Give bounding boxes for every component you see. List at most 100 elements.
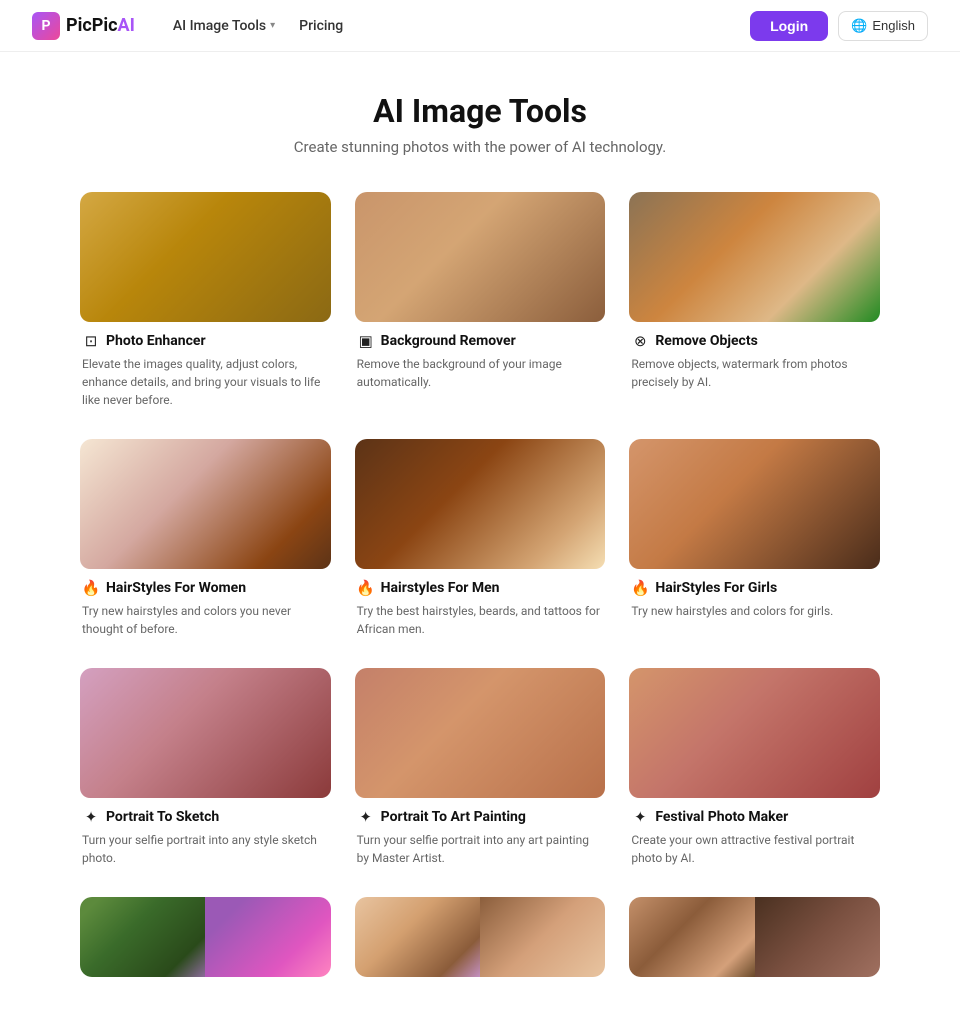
hairstyles-girls-icon: 🔥 <box>631 579 649 597</box>
tool-card-image <box>80 192 331 322</box>
image-before <box>80 668 331 798</box>
tool-card-portrait-sketch[interactable]: ✦ Portrait To Sketch Turn your selfie po… <box>80 668 331 873</box>
image-left <box>629 897 754 977</box>
tool-card-bottom-3[interactable] <box>629 897 880 977</box>
tool-title-row: 🔥 HairStyles For Women <box>82 579 329 597</box>
tool-card-background-remover[interactable]: ▣ Background Remover Remove the backgrou… <box>355 192 606 415</box>
tool-card-hairstyles-men[interactable]: 🔥 Hairstyles For Men Try the best hairst… <box>355 439 606 644</box>
image-left <box>355 897 480 977</box>
globe-icon: 🌐 <box>851 18 867 34</box>
tool-card-bottom-2[interactable] <box>355 897 606 977</box>
language-button[interactable]: 🌐 English <box>838 11 928 41</box>
tool-title-row: ▣ Background Remover <box>357 332 604 350</box>
image-before <box>629 668 880 798</box>
tool-title: Photo Enhancer <box>106 333 206 349</box>
image-before <box>355 192 606 322</box>
chevron-down-icon: ▾ <box>270 20 275 31</box>
festival-icon: ✦ <box>631 808 649 826</box>
tool-card-image <box>355 668 606 798</box>
tool-desc: Turn your selfie portrait into any style… <box>82 831 329 867</box>
image-right <box>205 897 330 977</box>
tool-card-festival[interactable]: ✦ Festival Photo Maker Create your own a… <box>629 668 880 873</box>
tool-card-info: ▣ Background Remover Remove the backgrou… <box>355 322 606 397</box>
bottom-row-grid <box>80 897 880 977</box>
tool-title: Portrait To Sketch <box>106 809 219 825</box>
tool-card-bottom-1[interactable] <box>80 897 331 977</box>
hairstyles-women-icon: 🔥 <box>82 579 100 597</box>
portrait-sketch-icon: ✦ <box>82 808 100 826</box>
image-left <box>80 897 205 977</box>
logo[interactable]: P PicPicAI <box>32 12 135 40</box>
tool-card-hairstyles-women[interactable]: 🔥 HairStyles For Women Try new hairstyle… <box>80 439 331 644</box>
tool-title-row: ✦ Portrait To Sketch <box>82 808 329 826</box>
tool-card-info: 🔥 HairStyles For Girls Try new hairstyle… <box>629 569 880 626</box>
tool-title-row: ✦ Portrait To Art Painting <box>357 808 604 826</box>
image-before <box>355 668 606 798</box>
tool-card-image <box>355 192 606 322</box>
tool-card-info: 🔥 Hairstyles For Men Try the best hairst… <box>355 569 606 644</box>
login-button[interactable]: Login <box>750 11 828 41</box>
tool-card-remove-objects[interactable]: ⊗ Remove Objects Remove objects, waterma… <box>629 192 880 415</box>
tool-title: Festival Photo Maker <box>655 809 788 825</box>
main-content: AI Image Tools Create stunning photos wi… <box>0 52 960 1017</box>
tool-title-row: ✦ Festival Photo Maker <box>631 808 878 826</box>
photo-enhancer-icon: ⊡ <box>82 332 100 350</box>
tool-card-image <box>80 668 331 798</box>
nav-item-ai-image-tools[interactable]: AI Image Tools ▾ <box>163 12 285 40</box>
header: P PicPicAI AI Image Tools ▾ Pricing Logi… <box>0 0 960 52</box>
tool-desc: Try the best hairstyles, beards, and tat… <box>357 602 604 638</box>
tool-card-info: ✦ Portrait To Art Painting Turn your sel… <box>355 798 606 873</box>
page-subtitle: Create stunning photos with the power of… <box>80 138 880 156</box>
tool-card-info: 🔥 HairStyles For Women Try new hairstyle… <box>80 569 331 644</box>
tool-card-image-bottom <box>629 897 880 977</box>
tool-card-image-bottom <box>80 897 331 977</box>
tool-card-hairstyles-girls[interactable]: 🔥 HairStyles For Girls Try new hairstyle… <box>629 439 880 644</box>
tool-card-image <box>629 192 880 322</box>
header-actions: Login 🌐 English <box>750 11 928 41</box>
image-before <box>629 192 880 322</box>
tool-title-row: 🔥 Hairstyles For Men <box>357 579 604 597</box>
tool-card-photo-enhancer[interactable]: ⊡ Photo Enhancer Elevate the images qual… <box>80 192 331 415</box>
page-title: AI Image Tools <box>80 92 880 130</box>
image-right <box>755 897 880 977</box>
tool-title-row: 🔥 HairStyles For Girls <box>631 579 878 597</box>
image-before <box>355 439 606 569</box>
tool-desc: Try new hairstyles and colors for girls. <box>631 602 878 620</box>
image-before <box>80 439 331 569</box>
tool-card-image <box>629 439 880 569</box>
tool-title: HairStyles For Women <box>106 580 246 596</box>
tool-desc: Remove the background of your image auto… <box>357 355 604 391</box>
tool-title: Portrait To Art Painting <box>381 809 526 825</box>
tool-title: HairStyles For Girls <box>655 580 777 596</box>
tool-card-info: ✦ Festival Photo Maker Create your own a… <box>629 798 880 873</box>
image-right <box>480 897 605 977</box>
background-remover-icon: ▣ <box>357 332 375 350</box>
nav-item-pricing[interactable]: Pricing <box>289 12 353 40</box>
tool-card-image-bottom <box>355 897 606 977</box>
tool-desc: Turn your selfie portrait into any art p… <box>357 831 604 867</box>
image-before <box>629 439 880 569</box>
tool-title-row: ⊗ Remove Objects <box>631 332 878 350</box>
tool-card-image <box>629 668 880 798</box>
tool-card-info: ⊗ Remove Objects Remove objects, waterma… <box>629 322 880 397</box>
logo-text: PicPicAI <box>66 15 135 36</box>
tool-title: Remove Objects <box>655 333 757 349</box>
page-title-section: AI Image Tools Create stunning photos wi… <box>80 92 880 156</box>
tool-desc: Try new hairstyles and colors you never … <box>82 602 329 638</box>
hairstyles-men-icon: 🔥 <box>357 579 375 597</box>
tool-card-info: ⊡ Photo Enhancer Elevate the images qual… <box>80 322 331 415</box>
tool-desc: Create your own attractive festival port… <box>631 831 878 867</box>
tool-desc: Remove objects, watermark from photos pr… <box>631 355 878 391</box>
tool-title: Background Remover <box>381 333 516 349</box>
tool-desc: Elevate the images quality, adjust color… <box>82 355 329 409</box>
tool-title-row: ⊡ Photo Enhancer <box>82 332 329 350</box>
tool-card-image <box>355 439 606 569</box>
portrait-art-icon: ✦ <box>357 808 375 826</box>
remove-objects-icon: ⊗ <box>631 332 649 350</box>
tool-card-portrait-art[interactable]: ✦ Portrait To Art Painting Turn your sel… <box>355 668 606 873</box>
tool-card-info: ✦ Portrait To Sketch Turn your selfie po… <box>80 798 331 873</box>
image-before <box>80 192 331 322</box>
tool-title: Hairstyles For Men <box>381 580 500 596</box>
tool-card-image <box>80 439 331 569</box>
tools-grid: ⊡ Photo Enhancer Elevate the images qual… <box>80 192 880 873</box>
